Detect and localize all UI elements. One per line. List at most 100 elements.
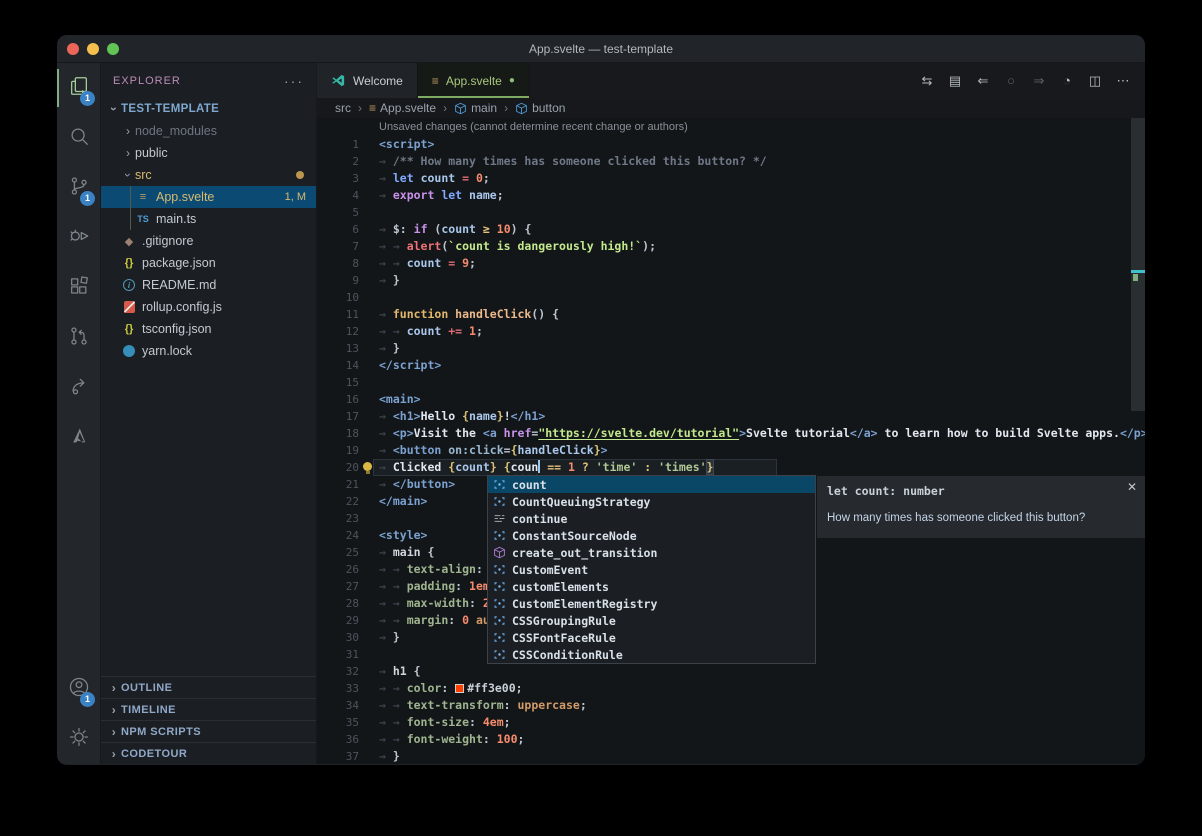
code-line-18[interactable]: 18→ <p>Visit the <a href="https://svelte… bbox=[317, 425, 1145, 442]
suggestion-count[interactable]: count bbox=[488, 476, 815, 493]
breadcrumb-separator: › bbox=[504, 101, 508, 115]
previous-change-icon[interactable]: ⇐ bbox=[971, 73, 995, 89]
code-line-9[interactable]: 9→ } bbox=[317, 272, 1145, 289]
compare-changes-icon[interactable]: ⇆ bbox=[915, 73, 939, 89]
activity-search-icon[interactable] bbox=[57, 113, 100, 163]
yarn-icon bbox=[121, 345, 137, 357]
line-number: 34 bbox=[317, 697, 359, 714]
activity-pull-request-icon[interactable] bbox=[57, 313, 100, 363]
line-number: 12 bbox=[317, 323, 359, 340]
next-change-icon[interactable]: ⇒ bbox=[1027, 73, 1051, 89]
activity-share-icon[interactable] bbox=[57, 363, 100, 413]
code-line-32[interactable]: 32→ h1 { bbox=[317, 663, 1145, 680]
section-npm-scripts[interactable]: ›NPM SCRIPTS bbox=[101, 720, 316, 742]
activity-files-icon[interactable]: 1 bbox=[57, 63, 100, 113]
breadcrumb-item-app-svelte[interactable]: ≡App.svelte bbox=[369, 101, 436, 115]
tree-item-package-json[interactable]: {}package.json bbox=[101, 252, 316, 274]
activity-source-control-icon[interactable]: 1 bbox=[57, 163, 100, 213]
suggestion-customevent[interactable]: CustomEvent bbox=[488, 561, 815, 578]
code-line-12[interactable]: 12→ → count += 1; bbox=[317, 323, 1145, 340]
code-line-1[interactable]: 1<script> bbox=[317, 136, 1145, 153]
change-icon[interactable]: ○ bbox=[999, 73, 1023, 88]
code-line-34[interactable]: 34→ → text-transform: uppercase; bbox=[317, 697, 1145, 714]
tree-item-app-svelte[interactable]: ≡App.svelte1, M bbox=[101, 186, 316, 208]
breadcrumb-item-main[interactable]: main bbox=[454, 101, 497, 115]
tree-item-tsconfig-json[interactable]: {}tsconfig.json bbox=[101, 318, 316, 340]
file-label: README.md bbox=[142, 278, 216, 292]
code-line-3[interactable]: 3→ let count = 0; bbox=[317, 170, 1145, 187]
tree-item-public[interactable]: ›public bbox=[101, 142, 316, 164]
indent-guide bbox=[130, 208, 131, 230]
modified-dot-icon[interactable]: ● bbox=[509, 75, 515, 86]
code-line-8[interactable]: 8→ → count = 9; bbox=[317, 255, 1145, 272]
share-icon bbox=[68, 375, 90, 402]
tree-item-node-modules[interactable]: ›node_modules bbox=[101, 120, 316, 142]
code-line-35[interactable]: 35→ → font-size: 4em; bbox=[317, 714, 1145, 731]
code-line-2[interactable]: 2→ /** How many times has someone clicke… bbox=[317, 153, 1145, 170]
activity-azure-icon[interactable] bbox=[57, 413, 100, 463]
activity-account-icon[interactable]: 1 bbox=[57, 664, 100, 714]
breadcrumb-item-button[interactable]: button bbox=[515, 101, 565, 115]
code-line-7[interactable]: 7→ → alert(`count is dangerously high!`)… bbox=[317, 238, 1145, 255]
code-line-33[interactable]: 33→ → color: #ff3e00; bbox=[317, 680, 1145, 697]
line-number: 1 bbox=[317, 136, 359, 153]
titlebar[interactable]: App.svelte — test-template bbox=[57, 35, 1145, 63]
lightbulb-icon[interactable] bbox=[363, 462, 372, 471]
line-number: 7 bbox=[317, 238, 359, 255]
tab-app-svelte[interactable]: ≡App.svelte● bbox=[418, 63, 530, 98]
tree-item-rollup-config-js[interactable]: rollup.config.js bbox=[101, 296, 316, 318]
suggestion-countqueuingstrategy[interactable]: CountQueuingStrategy bbox=[488, 493, 815, 510]
breadcrumb-item-src[interactable]: src bbox=[335, 101, 351, 115]
section-outline[interactable]: ›OUTLINE bbox=[101, 676, 316, 698]
suggestion-customelementregistry[interactable]: CustomElementRegistry bbox=[488, 595, 815, 612]
tree-item-main-ts[interactable]: TSmain.ts bbox=[101, 208, 316, 230]
split-editor-icon[interactable]: ◫ bbox=[1083, 73, 1107, 89]
suggestion-label: customElements bbox=[512, 580, 609, 594]
code-line-16[interactable]: 16<main> bbox=[317, 391, 1145, 408]
tab-label: App.svelte bbox=[446, 74, 502, 88]
close-icon[interactable]: ✕ bbox=[1127, 480, 1137, 494]
code-line-36[interactable]: 36→ → font-weight: 100; bbox=[317, 731, 1145, 748]
code-line-6[interactable]: 6→ $: if (count ≥ 10) { bbox=[317, 221, 1145, 238]
chevron-right-icon: › bbox=[121, 124, 135, 138]
suggestion-label: ConstantSourceNode bbox=[512, 529, 637, 543]
symbol-variable-icon bbox=[491, 495, 507, 508]
suggestion-cssconditionrule[interactable]: CSSConditionRule bbox=[488, 646, 815, 663]
code-line-10[interactable]: 10 bbox=[317, 289, 1145, 306]
suggestion-continue[interactable]: continue bbox=[488, 510, 815, 527]
section-timeline[interactable]: ›TIMELINE bbox=[101, 698, 316, 720]
activity-settings-icon[interactable] bbox=[57, 714, 100, 764]
code-line-17[interactable]: 17→ <h1>Hello {name}!</h1> bbox=[317, 408, 1145, 425]
code-line-11[interactable]: 11→ function handleClick() { bbox=[317, 306, 1145, 323]
suggestion-cssgroupingrule[interactable]: CSSGroupingRule bbox=[488, 612, 815, 629]
timeline-icon[interactable]: ◔ bbox=[1055, 73, 1079, 88]
code-line-4[interactable]: 4→ export let name; bbox=[317, 187, 1145, 204]
suggestion-cssfontfacerule[interactable]: CSSFontFaceRule bbox=[488, 629, 815, 646]
section-codetour[interactable]: ›CODETOUR bbox=[101, 742, 316, 764]
more-actions-icon[interactable]: ··· bbox=[284, 73, 304, 89]
tree-root-test-template[interactable]: › TEST-TEMPLATE bbox=[101, 98, 316, 120]
tree-item-yarn-lock[interactable]: yarn.lock bbox=[101, 340, 316, 362]
code-line-37[interactable]: 37→ } bbox=[317, 748, 1145, 764]
svelte-file-icon: ≡ bbox=[369, 101, 376, 115]
code-line-15[interactable]: 15 bbox=[317, 374, 1145, 391]
vertical-scrollbar[interactable] bbox=[1131, 118, 1145, 411]
activity-run-debug-icon[interactable] bbox=[57, 213, 100, 263]
code-line-13[interactable]: 13→ } bbox=[317, 340, 1145, 357]
open-changes-icon[interactable]: ▤ bbox=[943, 73, 967, 89]
tree-item-readme-md[interactable]: iREADME.md bbox=[101, 274, 316, 296]
tab-welcome[interactable]: Welcome bbox=[317, 63, 418, 98]
code-line-5[interactable]: 5 bbox=[317, 204, 1145, 221]
suggestion-create_out_transition[interactable]: create_out_transition bbox=[488, 544, 815, 561]
suggestion-constantsourcenode[interactable]: ConstantSourceNode bbox=[488, 527, 815, 544]
editor-content[interactable]: Unsaved changes (cannot determine recent… bbox=[317, 118, 1145, 764]
code-line-19[interactable]: 19→ <button on:click={handleClick}> bbox=[317, 442, 1145, 459]
suggestion-customelements[interactable]: customElements bbox=[488, 578, 815, 595]
tree-item--gitignore[interactable]: ◆.gitignore bbox=[101, 230, 316, 252]
color-swatch[interactable] bbox=[455, 684, 464, 693]
code-line-20[interactable]: 20→ Clicked {count} {coun == 1 ? 'time' … bbox=[317, 459, 1145, 476]
more-actions-icon[interactable]: ⋯ bbox=[1111, 73, 1135, 89]
activity-extensions-icon[interactable] bbox=[57, 263, 100, 313]
tree-item-src[interactable]: ›src bbox=[101, 164, 316, 186]
code-line-14[interactable]: 14</script> bbox=[317, 357, 1145, 374]
